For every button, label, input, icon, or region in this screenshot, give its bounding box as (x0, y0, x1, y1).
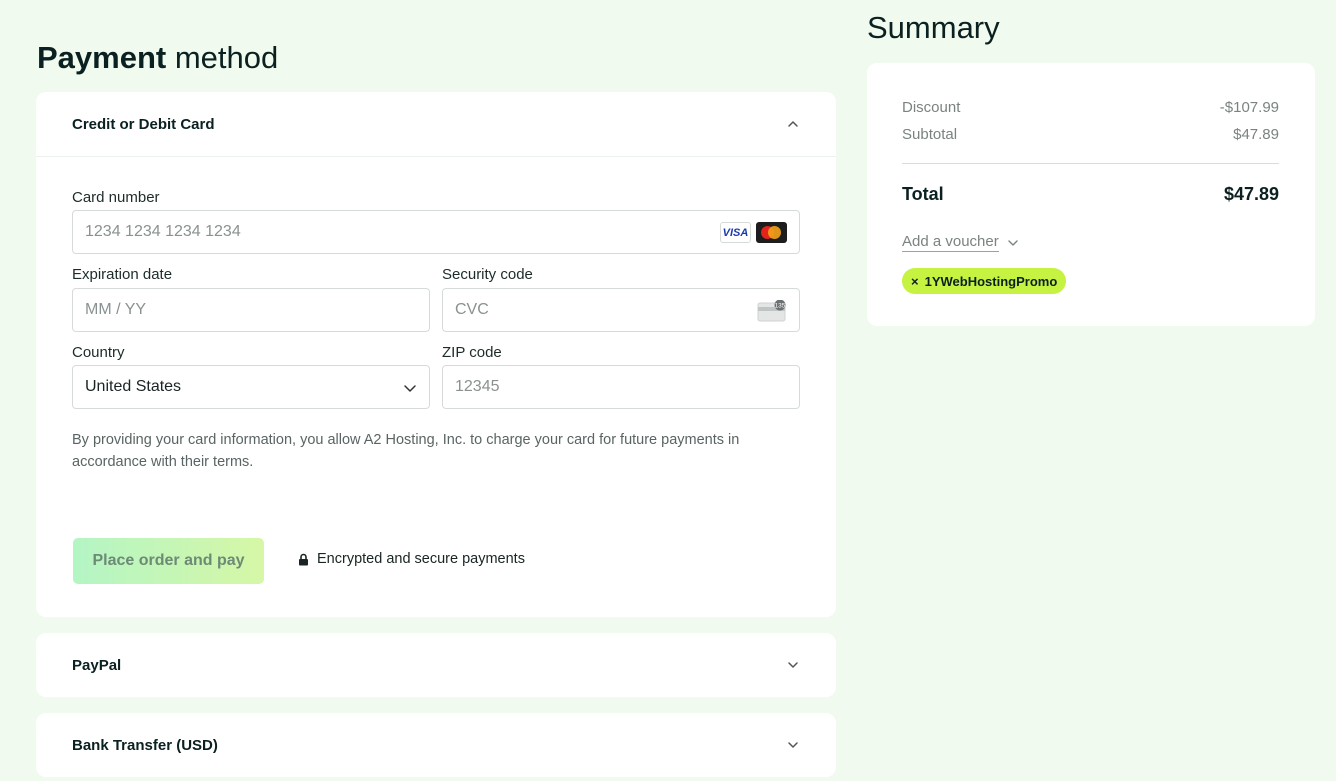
subtotal-label: Subtotal (902, 126, 958, 143)
page-title-bold: Payment (37, 40, 167, 75)
cvc-badge-text: 135 (775, 302, 786, 309)
chevron-down-icon (404, 385, 416, 392)
page-title-rest: method (174, 40, 279, 75)
discount-row: Discount -$107.99 (902, 99, 1279, 116)
legal-text: By providing your card information, you … (72, 432, 740, 470)
credit-card-header[interactable]: Credit or Debit Card (36, 92, 836, 157)
visa-icon: VISA (720, 222, 751, 243)
page-title: Payment method (37, 40, 278, 76)
zip-label: ZIP code (442, 344, 502, 361)
bank-transfer-panel[interactable]: Bank Transfer (USD) (36, 713, 836, 777)
discount-label: Discount (902, 99, 961, 116)
cvc-card-icon: 135 (757, 300, 786, 322)
credit-card-panel: Credit or Debit Card Card number 1234 12… (36, 92, 836, 617)
zip-input[interactable]: 12345 (442, 365, 800, 409)
total-value: $47.89 (1223, 184, 1279, 204)
summary-card: Discount -$107.99 Subtotal $47.89 Total … (867, 63, 1315, 326)
summary-divider (902, 163, 1279, 164)
zip-placeholder: 12345 (455, 378, 500, 395)
lock-icon (299, 553, 308, 565)
place-order-button[interactable]: Place order and pay (73, 538, 264, 584)
total-label: Total (902, 184, 944, 204)
summary-title: Summary (867, 10, 1000, 45)
country-label: Country (72, 344, 125, 361)
expiration-label: Expiration date (72, 266, 173, 283)
chevron-down-icon[interactable] (786, 658, 800, 672)
credit-card-title: Credit or Debit Card (72, 115, 215, 133)
mastercard-icon (756, 222, 787, 243)
paypal-panel[interactable]: PayPal (36, 633, 836, 697)
security-code-label: Security code (442, 266, 533, 283)
country-value: United States (85, 378, 182, 395)
expiration-placeholder: MM / YY (85, 301, 147, 318)
bank-transfer-title: Bank Transfer (USD) (72, 736, 218, 754)
discount-value: -$107.99 (1219, 99, 1279, 116)
secure-payments-text: Encrypted and secure payments (317, 551, 525, 567)
expiration-input[interactable]: MM / YY (72, 288, 430, 332)
remove-promo-icon[interactable]: × (911, 274, 919, 289)
chevron-up-icon[interactable] (786, 117, 800, 131)
security-code-input[interactable]: CVC 135 (442, 288, 800, 332)
subtotal-value: $47.89 (1233, 126, 1279, 143)
bank-transfer-header[interactable]: Bank Transfer (USD) (36, 713, 836, 777)
chevron-down-icon (1008, 239, 1018, 246)
promo-chip: × 1YWebHostingPromo (902, 268, 1067, 294)
security-code-placeholder: CVC (455, 301, 489, 318)
add-voucher-toggle[interactable]: Add a voucher (902, 233, 1019, 252)
card-number-placeholder: 1234 1234 1234 1234 (85, 223, 241, 240)
paypal-header[interactable]: PayPal (36, 633, 836, 697)
card-brands: VISA (720, 222, 787, 243)
country-select[interactable]: United States (72, 365, 430, 409)
paypal-title: PayPal (72, 656, 122, 674)
subtotal-row: Subtotal $47.89 (902, 126, 1279, 143)
add-voucher-link[interactable]: Add a voucher (902, 233, 999, 252)
card-number-input[interactable]: 1234 1234 1234 1234 VISA (72, 210, 800, 254)
promo-code: 1YWebHostingPromo (924, 273, 1058, 289)
total-row: Total $47.89 (902, 184, 1279, 205)
chevron-down-icon[interactable] (786, 738, 800, 752)
secure-payments-note: Encrypted and secure payments (298, 551, 525, 567)
card-number-label: Card number (72, 189, 160, 206)
